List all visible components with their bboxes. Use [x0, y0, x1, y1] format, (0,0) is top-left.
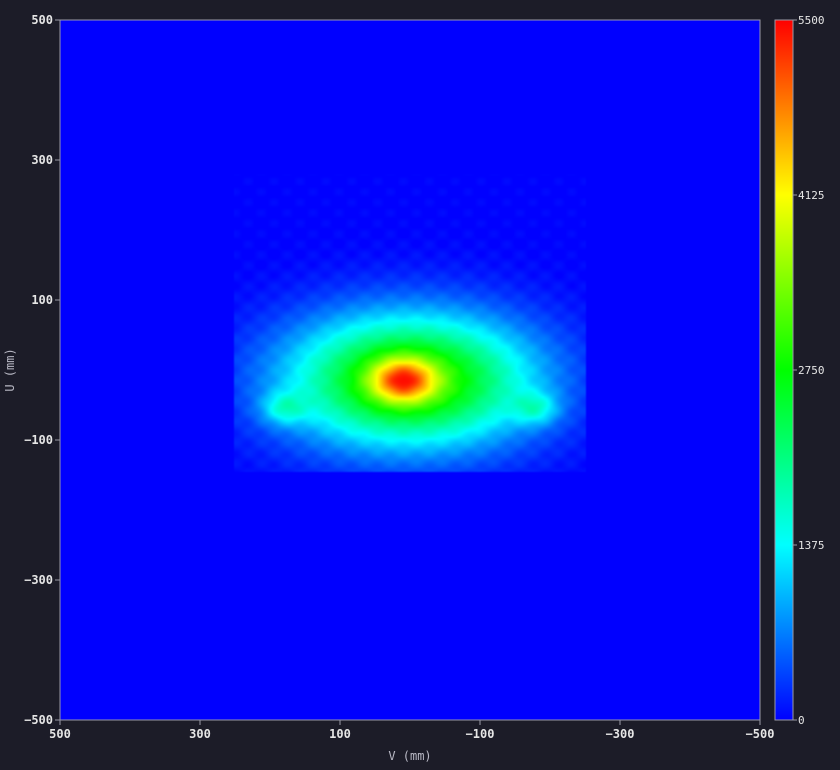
y-tick-label: −300: [24, 573, 53, 587]
x-axis: 500 300 100 −100 −300 −500: [49, 720, 774, 741]
x-axis-title: V (mm): [388, 749, 431, 763]
plot-area: [59, 19, 761, 721]
y-tick-label: −100: [24, 433, 53, 447]
y-tick-label: −500: [24, 713, 53, 727]
x-tick-label: −100: [466, 727, 495, 741]
x-tick-label: 300: [189, 727, 211, 741]
heatmap-chart: 500 300 100 −100 −300 −500 500 300 100 −100 −300 −…: [3, 13, 825, 763]
y-tick-label: 300: [31, 153, 53, 167]
colorbar-tick-label: 1375: [798, 539, 825, 552]
y-tick-label: 100: [31, 293, 53, 307]
colorbar: 0 1375 2750 4125 5500: [774, 14, 825, 727]
colorbar-tick-label: 0: [798, 714, 805, 727]
y-tick-label: 500: [31, 13, 53, 27]
colorbar-tick-label: 2750: [798, 364, 825, 377]
colorbar-gradient: [774, 19, 794, 721]
y-axis: 500 300 100 −100 −300 −500: [24, 13, 60, 727]
x-tick-label: 500: [49, 727, 71, 741]
colorbar-tick-label: 5500: [798, 14, 825, 27]
heatmap-image: [60, 20, 760, 720]
colorbar-tick-label: 4125: [798, 189, 825, 202]
x-tick-label: −300: [606, 727, 635, 741]
x-tick-label: −500: [746, 727, 775, 741]
colorbar-ticks: 0 1375 2750 4125 5500: [793, 14, 825, 727]
y-axis-title: U (mm): [3, 348, 17, 391]
x-tick-label: 100: [329, 727, 351, 741]
